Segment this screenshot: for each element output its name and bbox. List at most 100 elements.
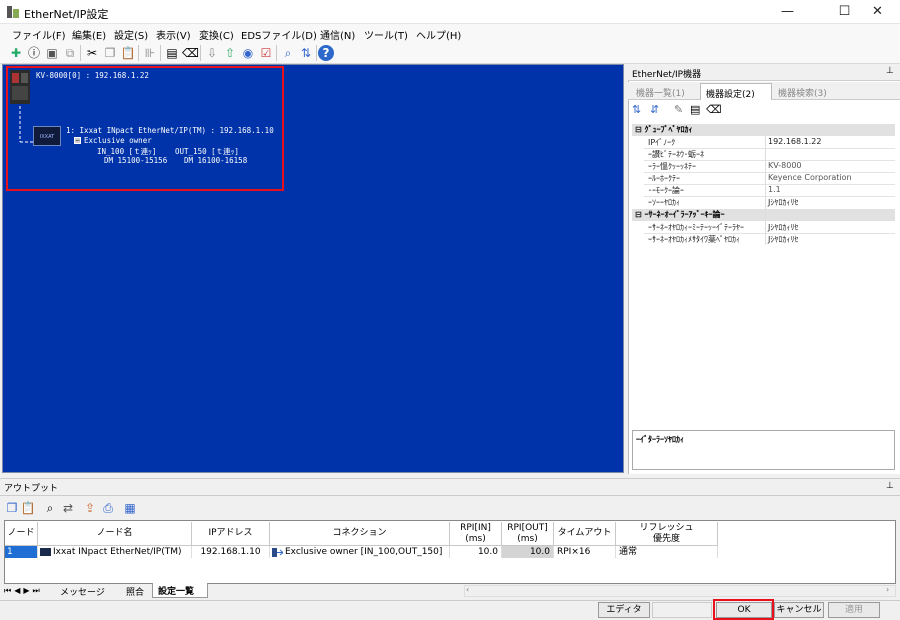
property-value[interactable]: KV-8000 (768, 161, 802, 170)
apply-button[interactable]: 適用 (828, 602, 880, 618)
search-icon[interactable]: ⌕ (280, 45, 296, 61)
cell-node-name[interactable]: Ixxat INpact EtherNet/IP(TM) (53, 546, 192, 558)
menu-eds-file[interactable]: EDSファイル(D) (241, 27, 317, 42)
close-icon[interactable]: ✕ (855, 0, 900, 24)
output-header (0, 478, 900, 496)
scroll-right-icon[interactable]: › (886, 585, 889, 594)
cut-icon[interactable]: ✂ (84, 45, 100, 61)
menu-settings[interactable]: 設定(S) (114, 27, 148, 42)
property-value[interactable]: Jｼﾔﾛｶｨﾘｾ (768, 222, 798, 233)
info-icon[interactable]: ⓘ (26, 45, 42, 61)
horizontal-scrollbar[interactable] (464, 585, 896, 597)
toolbar-separator (316, 45, 317, 61)
property-category[interactable]: ⊟ ｰｻｰﾈｰｵｰｲﾞﾗｰｱｯﾞｰｷｰ論ｰ (632, 209, 895, 221)
property-label: ･ｰﾓｰｸｰ論ｰ (648, 186, 684, 195)
find-icon[interactable]: ⌕ (42, 500, 58, 516)
toolbar-separator (160, 45, 161, 61)
copy-device-icon[interactable]: ⧉ (62, 45, 78, 61)
check-icon[interactable]: ☑ (258, 45, 274, 61)
column-header[interactable]: IPアドレス (192, 522, 270, 546)
sort-category-icon[interactable]: ⇅ (632, 103, 641, 116)
toolbar-separator (80, 45, 81, 61)
cell-timeout[interactable]: RPI×16 (554, 546, 616, 558)
category-name: ｰｻｰﾈｰｵｰｲﾞﾗｰｱｯﾞｰｷｰ論ｰ (644, 210, 725, 219)
paste-icon[interactable]: 📋 (20, 500, 36, 516)
property-label: ｰﾗｰ慍ｸｯｰｯﾈﾃｰ (648, 162, 696, 171)
property-category[interactable]: ⊟ ｸﾞｭｰﾌﾟﾍﾟﾔﾛｶｨ (632, 124, 895, 136)
column-header[interactable]: リフレッシュ 優先度 (616, 522, 718, 546)
column-header[interactable]: タイムアウト (554, 522, 616, 546)
pin-icon[interactable]: ⊥ (886, 66, 894, 76)
cell-rpi-in[interactable]: 10.0 (450, 546, 502, 558)
property-value[interactable]: 192.168.1.22 (768, 137, 821, 146)
column-header[interactable]: ノード名 (38, 522, 192, 546)
print-icon[interactable]: ⎙ (100, 500, 116, 516)
align-icon[interactable]: ⊪ (142, 45, 158, 61)
property-value[interactable]: Keyence Corporation (768, 173, 852, 182)
edit-icon[interactable]: ✎ (674, 103, 683, 116)
highlight-box (713, 599, 774, 620)
help-icon[interactable]: ? (318, 45, 334, 61)
settings-list-icon[interactable]: ▦ (122, 500, 138, 516)
property-value[interactable]: 1.1 (768, 185, 781, 194)
highlight-box (6, 66, 284, 191)
paste-icon[interactable]: 📋 (120, 45, 136, 61)
sheet-tab-message[interactable]: メッセージ (60, 585, 105, 598)
tab-device-settings[interactable]: 機器設定(2) (700, 83, 772, 100)
copy-icon[interactable]: ❐ (4, 500, 20, 516)
property-value[interactable]: Jｼﾔﾛｶｨﾘｾ (768, 197, 798, 208)
export-icon[interactable]: ⇪ (82, 500, 98, 516)
cell-priority[interactable]: 通常 (616, 546, 718, 558)
sheet-tab-verify[interactable]: 照合 (126, 585, 144, 598)
copy-icon[interactable]: ❐ (102, 45, 118, 61)
eraser-icon[interactable]: ⌫ (706, 103, 722, 116)
tab-device-search[interactable]: 機器検索(3) (778, 86, 827, 99)
property-value[interactable]: Jｼﾔﾛｶｨﾘｾ (768, 234, 798, 245)
window-title: EtherNet/IP設定 (24, 8, 109, 21)
category-name: ｸﾞｭｰﾌﾟﾍﾟﾔﾛｶｨ (644, 125, 693, 134)
menu-tools[interactable]: ツール(T) (364, 27, 408, 42)
menu-file[interactable]: ファイル(F) (12, 27, 66, 42)
scroll-left-icon[interactable]: ‹ (466, 585, 469, 594)
column-divider (765, 136, 766, 245)
monitor-icon[interactable]: ◉ (240, 45, 256, 61)
menu-edit[interactable]: 編集(E) (72, 27, 106, 42)
property-label: IPｲﾞﾉｰｸ (648, 138, 676, 147)
property-label: ｰ讃ﾋﾞﾃｰﾈｳ･蛎ｰﾈ (648, 150, 704, 159)
properties-icon[interactable]: ▤ (164, 45, 180, 61)
replace-icon[interactable]: ⇄ (60, 500, 76, 516)
eraser-icon[interactable]: ⌫ (182, 45, 199, 61)
toolbar-separator (276, 45, 277, 61)
tab-device-settings-label: 機器設定(2) (706, 90, 755, 100)
device-icon[interactable]: ▣ (44, 45, 60, 61)
cancel-button[interactable]: キャンセル (774, 602, 824, 618)
collapse-icon[interactable]: ⊟ (635, 210, 642, 219)
property-label: ｰｿｰｰﾔﾛｶｨ (648, 198, 680, 207)
minimize-icon[interactable]: — (765, 0, 810, 24)
menu-communication[interactable]: 通信(N) (320, 27, 355, 42)
cell-node[interactable]: 1 (5, 546, 38, 558)
cell-ip[interactable]: 192.168.1.10 (192, 546, 270, 558)
add-device-icon[interactable]: ✚ (8, 45, 24, 61)
tab-nav-arrows[interactable]: ⏮◀▶⏭ (4, 586, 43, 596)
column-header[interactable]: RPI[IN] (ms) (450, 522, 502, 546)
collapse-icon[interactable]: ⊟ (635, 125, 642, 134)
cell-connection[interactable]: Exclusive owner [IN_100,OUT_150] (285, 546, 450, 558)
write-plc-icon[interactable]: ⇧ (222, 45, 238, 61)
sort-alpha-icon[interactable]: ⇵ (650, 103, 659, 116)
cell-rpi-out[interactable]: 10.0 (502, 546, 554, 558)
column-header[interactable]: コネクション (270, 522, 450, 546)
pin-icon[interactable]: ⊥ (886, 481, 894, 491)
sort-icon[interactable]: ⇅ (298, 45, 314, 61)
menu-view[interactable]: 表示(V) (156, 27, 191, 42)
property-label: ｰﾙｰﾎｰｸﾃｰ (648, 174, 680, 183)
menu-convert[interactable]: 変換(C) (199, 27, 234, 42)
menu-help[interactable]: ヘルプ(H) (416, 27, 461, 42)
column-header[interactable]: ノード (5, 522, 38, 546)
column-header[interactable]: RPI[OUT] (ms) (502, 522, 554, 546)
sheet-tab-settings-list[interactable]: 設定一覧 (152, 583, 208, 598)
read-plc-icon[interactable]: ⇩ (204, 45, 220, 61)
tab-device-list[interactable]: 機器一覧(1) (636, 86, 685, 99)
properties-page-icon[interactable]: ▤ (690, 103, 700, 116)
editor-button[interactable]: エディタ (598, 602, 650, 618)
